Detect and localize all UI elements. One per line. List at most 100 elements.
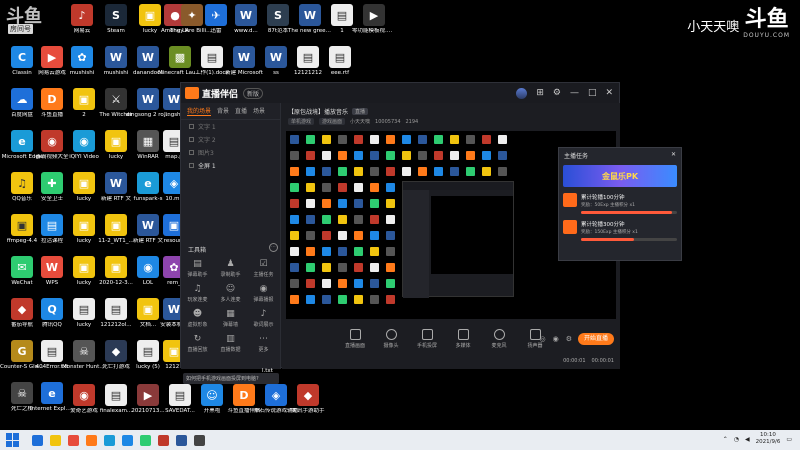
checkbox[interactable] (189, 124, 194, 129)
gear-icon[interactable]: ⚙ (566, 335, 572, 343)
chevron-up-icon[interactable]: ⌃ (723, 436, 728, 443)
category-pill[interactable]: 游戏画面 (319, 118, 346, 125)
source-item[interactable]: 图片3 (181, 146, 280, 159)
tool-user[interactable]: ♟ 录制助手 (214, 259, 247, 278)
close-icon[interactable]: ✕ (671, 151, 676, 160)
gift-icon[interactable]: ⊞ (536, 87, 544, 99)
network-icon[interactable]: ◔ (734, 436, 739, 443)
douyu-watermark-left: 斗鱼 房间号 (6, 2, 54, 42)
app-icon: W (265, 46, 287, 68)
desktop-icon[interactable]: ▤ eee.rtf (320, 46, 360, 86)
preview-mini-icon (322, 231, 331, 240)
window-titlebar[interactable]: 直播伴侣 新版 ⊞ ⚙ — □ ✕ (181, 83, 619, 103)
desktop-icon[interactable]: ◆ 腾讯手游助手 (288, 384, 328, 424)
close-icon[interactable]: ✕ (605, 87, 613, 99)
preview-mini-icon (482, 151, 491, 160)
taskbar-app-icon[interactable] (104, 434, 115, 446)
preview-mini-icon (322, 295, 331, 304)
room-title[interactable]: 【原包战境】播放音乐 (288, 107, 348, 116)
live-companion-window[interactable]: 直播伴侣 新版 ⊞ ⚙ — □ ✕ 我的场景 背景 直播 场景 文字 1 文字 … (180, 82, 682, 384)
tool-task[interactable]: ☑ 主播任务 (247, 259, 280, 278)
app-icon: ▤ (73, 298, 95, 320)
tool-group[interactable]: ☺ 多人连麦 (214, 284, 247, 303)
tool-label: 手机投屏 (416, 343, 437, 349)
camera-button[interactable]: 摄像头 (378, 329, 404, 349)
taskbar-app-icon[interactable] (68, 434, 79, 446)
taskbar-app-icon[interactable] (158, 434, 169, 446)
preview-mini-icon (290, 183, 299, 192)
preview-mini-icon (290, 215, 299, 224)
app-icon: ▤ (41, 214, 63, 236)
maximize-icon[interactable]: □ (588, 87, 597, 99)
tab-my-scene[interactable]: 我的场景 (187, 106, 212, 116)
tool-chat[interactable]: ▤ 弹幕助手 (181, 259, 214, 278)
record-icon[interactable]: ◎ (540, 335, 546, 343)
toolbox-grid: ▤ 弹幕助手 ♟ 录制助手 ☑ 主播任务 ♫ 玩家连麦 ☺ 多人连麦 ◉ 弹幕播报 ☻ 虚拟形象 ▦ 弹幕墙 ♪… (181, 259, 281, 353)
minimize-icon[interactable]: — (570, 87, 579, 99)
tool-data[interactable]: ▥ 直播数据 (214, 334, 247, 353)
source-item[interactable]: 文字 2 (181, 133, 280, 146)
tool-more[interactable]: ⋯ 更多 (247, 334, 280, 353)
preview-mini-icon (306, 183, 315, 192)
room-tag[interactable]: 直播 (352, 108, 369, 115)
clock[interactable]: 10:10 2021/9/6 (756, 432, 781, 446)
taskbar-app-icon[interactable] (122, 434, 133, 446)
room-meta: 单机游戏 游戏画面 小天天噢 10005734 2194 (288, 118, 418, 125)
task-item[interactable]: 累计轮播300分钟 奖励：150Exp 主播积分 x1 (563, 220, 677, 241)
tool-avatar[interactable]: ☻ 虚拟形象 (181, 309, 214, 328)
task-icon (563, 220, 577, 234)
desktop-icon[interactable]: ▶ 网易云游戏 (32, 46, 72, 86)
tab-scene[interactable]: 场景 (253, 106, 265, 116)
app-icon: ▶ (363, 4, 385, 26)
task-reward: 奖励：150Exp 主播积分 x1 (581, 230, 638, 235)
volume-icon[interactable]: ◀ (745, 436, 750, 443)
checkbox[interactable] (189, 150, 194, 155)
task-item[interactable]: 累计轮播100分钟 奖励：50Exp 主播积分 x1 (563, 193, 677, 214)
tool-speaker[interactable]: ◉ 弹幕播报 (247, 284, 280, 303)
tasks-popup[interactable]: 主播任务 ✕ 金鼠乐PK 累计轮播100分钟 奖励：50Exp 主播积分 x1 … (558, 147, 682, 261)
eye-icon[interactable]: ◉ (553, 335, 559, 343)
taskbar-app-icon[interactable] (32, 434, 43, 446)
help-tip[interactable]: 如何把手机游戏画面投屏到电脑? (183, 373, 279, 384)
avatar[interactable] (516, 87, 528, 99)
microphone-button[interactable]: 麦克风 (486, 329, 512, 349)
app-icon: ◆ (105, 340, 127, 362)
more-icon[interactable]: ⋯ (269, 243, 278, 252)
checkbox[interactable] (189, 163, 194, 168)
tool-wall[interactable]: ▦ 弹幕墙 (214, 309, 247, 328)
start-button[interactable] (6, 433, 20, 447)
app-icon: ◉ (41, 130, 63, 152)
taskbar-app-icon[interactable] (176, 434, 187, 446)
checkbox[interactable] (189, 137, 194, 142)
tool-music[interactable]: ♪ 歌词展示 (247, 309, 280, 328)
settings-icon[interactable]: ⚙ (553, 87, 561, 99)
media-button[interactable]: 多媒体 (450, 329, 476, 349)
preview-mini-icon (354, 263, 363, 272)
timers: 00:00:01 00:00:01 (563, 358, 614, 364)
desktop-icon-label: 腾讯手游助手 (291, 408, 325, 414)
start-live-button[interactable]: 开始直播 (578, 333, 614, 345)
play-icon (457, 329, 469, 340)
preview-mini-icon (338, 263, 347, 272)
tab-background[interactable]: 背景 (217, 106, 229, 116)
phone-cast-button[interactable]: 手机投屏 (414, 329, 440, 349)
tool-mic[interactable]: ♫ 玩家连麦 (181, 284, 214, 303)
app-icon: W (41, 256, 63, 278)
version-badge[interactable]: 新版 (243, 87, 264, 99)
taskbar-app-icon[interactable] (140, 434, 151, 446)
category-pill[interactable]: 单机游戏 (288, 118, 315, 125)
screen-capture-button[interactable]: 直播画面 (342, 329, 368, 349)
taskbar-app-icon[interactable] (50, 434, 61, 446)
desktop-icon[interactable]: ▶ 零功能模板视.mp4 (352, 4, 396, 44)
preview-mini-icon (290, 295, 299, 304)
taskbar-app-icon[interactable] (86, 434, 97, 446)
source-item[interactable]: 全屏 1 (181, 159, 280, 172)
taskbar-app-icon[interactable] (194, 434, 205, 446)
tool-label: 虚拟形象 (187, 322, 208, 328)
preview-mini-icon (434, 135, 443, 144)
event-banner[interactable]: 金鼠乐PK (563, 165, 677, 187)
notification-icon[interactable]: ▭ (786, 436, 792, 443)
source-item[interactable]: 文字 1 (181, 120, 280, 133)
tool-replay[interactable]: ↻ 直播回放 (181, 334, 214, 353)
tab-live[interactable]: 直播 (235, 106, 247, 116)
